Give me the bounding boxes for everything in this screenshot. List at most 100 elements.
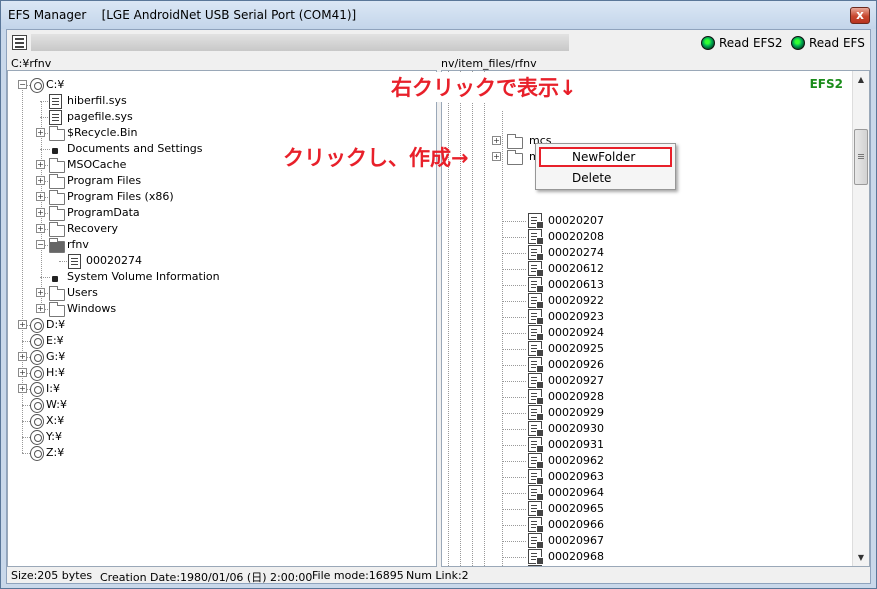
tree-node[interactable]: W:¥ (8, 397, 428, 413)
efs-file-icon (528, 501, 544, 517)
tree-node[interactable]: 00020613 (442, 277, 742, 293)
tree-node[interactable]: 00020208 (442, 229, 742, 245)
tree-node[interactable]: E:¥ (8, 333, 428, 349)
efs-file-icon (528, 469, 544, 485)
tree-node[interactable]: 00020924 (442, 325, 742, 341)
title-bar[interactable]: EFS Manager [LGE AndroidNet USB Serial P… (1, 1, 876, 29)
tree-node[interactable]: + Windows (8, 301, 428, 317)
tree-node[interactable]: X:¥ (8, 413, 428, 429)
tree-node-label: 00020612 (548, 262, 604, 275)
tree-node[interactable]: 00020962 (442, 453, 742, 469)
tree-node-label: System Volume Information (67, 270, 220, 283)
status-file-mode: File mode:16895 (312, 569, 404, 582)
tree-node[interactable]: 00020207 (442, 213, 742, 229)
tree-node[interactable]: 00020928 (442, 389, 742, 405)
tree-node[interactable]: 00020274 (442, 245, 742, 261)
tree-node[interactable]: 00020931 (442, 437, 742, 453)
tree-guide-line (502, 301, 526, 302)
expand-plus-icon[interactable]: + (36, 160, 45, 169)
expand-plus-icon[interactable]: + (18, 320, 27, 329)
tree-node[interactable]: 00020965 (442, 501, 742, 517)
efs-file-icon (528, 293, 544, 309)
scroll-thumb[interactable] (854, 129, 868, 185)
close-button[interactable]: x (850, 7, 870, 24)
tree-node[interactable]: + Recovery (8, 221, 428, 237)
tree-node[interactable]: 00020925 (442, 341, 742, 357)
tree-node[interactable]: + $Recycle.Bin (8, 125, 428, 141)
tree-node[interactable]: − rfnv (8, 237, 428, 253)
expand-plus-icon[interactable]: + (492, 152, 501, 161)
toolbar: Read EFS2 Read EFS (7, 30, 870, 56)
tree-node[interactable]: System Volume Information (8, 269, 428, 285)
tree-node[interactable]: + D:¥ (8, 317, 428, 333)
menu-item-delete[interactable]: Delete (539, 168, 672, 188)
efs-file-icon (528, 437, 544, 453)
tree-node[interactable]: 00020926 (442, 357, 742, 373)
tree-node[interactable]: Y:¥ (8, 429, 428, 445)
expand-plus-icon[interactable]: + (36, 176, 45, 185)
tree-node-label: 00020208 (548, 230, 604, 243)
tree-node[interactable]: 00020927 (442, 373, 742, 389)
collapse-minus-icon[interactable]: − (18, 80, 27, 89)
tree-node-label: D:¥ (46, 318, 66, 331)
tree-node-label: 00020966 (548, 518, 604, 531)
tree-node-label: MSOCache (67, 158, 127, 171)
read-efs2-button[interactable]: Read EFS2 (719, 36, 783, 50)
tree-node[interactable]: + I:¥ (8, 381, 428, 397)
tree-node[interactable]: pagefile.sys (8, 109, 428, 125)
tree-node-label: 00020923 (548, 310, 604, 323)
tree-node-label: 00020963 (548, 470, 604, 483)
tree-node[interactable]: + Users (8, 285, 428, 301)
expand-plus-icon[interactable]: + (36, 224, 45, 233)
context-menu: NewFolder Delete (535, 143, 676, 190)
expand-plus-icon[interactable]: + (492, 136, 501, 145)
tree-node-label: Windows (67, 302, 117, 315)
tree-node[interactable]: 00020922 (442, 293, 742, 309)
collapse-minus-icon[interactable]: − (36, 240, 45, 249)
tree-node-label: W:¥ (46, 398, 67, 411)
tree-node[interactable]: 00020929 (442, 405, 742, 421)
tree-node[interactable]: 00020612 (442, 261, 742, 277)
tree-guide-line (502, 429, 526, 430)
scroll-up-arrow-icon[interactable]: ▲ (853, 71, 869, 88)
tree-node-label: pagefile.sys (67, 110, 133, 123)
expand-plus-icon[interactable]: + (18, 352, 27, 361)
menu-item-newfolder[interactable]: NewFolder (539, 147, 672, 167)
tree-node[interactable]: 00020274 (8, 253, 428, 269)
tree-node[interactable]: 00020967 (442, 533, 742, 549)
expand-plus-icon[interactable]: + (36, 128, 45, 137)
tree-node[interactable]: 00020968 (442, 549, 742, 565)
expand-plus-icon[interactable]: + (36, 288, 45, 297)
tree-node[interactable]: 00020964 (442, 485, 742, 501)
expand-plus-icon[interactable]: + (36, 304, 45, 313)
expand-plus-icon[interactable]: + (18, 368, 27, 377)
file-icon (68, 254, 81, 269)
tree-node[interactable]: 00020963 (442, 469, 742, 485)
tree-node[interactable]: + G:¥ (8, 349, 428, 365)
tree-guide-line (502, 269, 526, 270)
tree-node[interactable]: Z:¥ (8, 445, 428, 461)
tree-node[interactable]: 00020930 (442, 421, 742, 437)
tree-guide-line (502, 349, 526, 350)
read-efs-button[interactable]: Read EFS (809, 36, 865, 50)
expand-plus-icon[interactable]: + (36, 192, 45, 201)
tree-node-label: Documents and Settings (67, 142, 203, 155)
tree-node[interactable]: 00020966 (442, 517, 742, 533)
efs-file-icon (528, 325, 544, 341)
tree-node[interactable]: + H:¥ (8, 365, 428, 381)
tree-node[interactable]: + Program Files (x86) (8, 189, 428, 205)
tree-node[interactable]: + ProgramData (8, 205, 428, 221)
menu-list-icon[interactable] (12, 35, 27, 50)
tree-node[interactable]: 00020923 (442, 309, 742, 325)
drive-icon (30, 382, 44, 397)
tree-node[interactable]: − C:¥ (8, 77, 428, 93)
drive-icon (30, 398, 44, 413)
vertical-scrollbar[interactable]: ▲ ▼ (852, 71, 869, 566)
tree-node[interactable]: + Program Files (8, 173, 428, 189)
tree-node[interactable]: hiberfil.sys (8, 93, 428, 109)
expand-plus-icon[interactable]: + (36, 208, 45, 217)
efs-file-icon (528, 389, 544, 405)
tree-guide-line (502, 557, 526, 558)
expand-plus-icon[interactable]: + (18, 384, 27, 393)
scroll-down-arrow-icon[interactable]: ▼ (853, 549, 869, 566)
